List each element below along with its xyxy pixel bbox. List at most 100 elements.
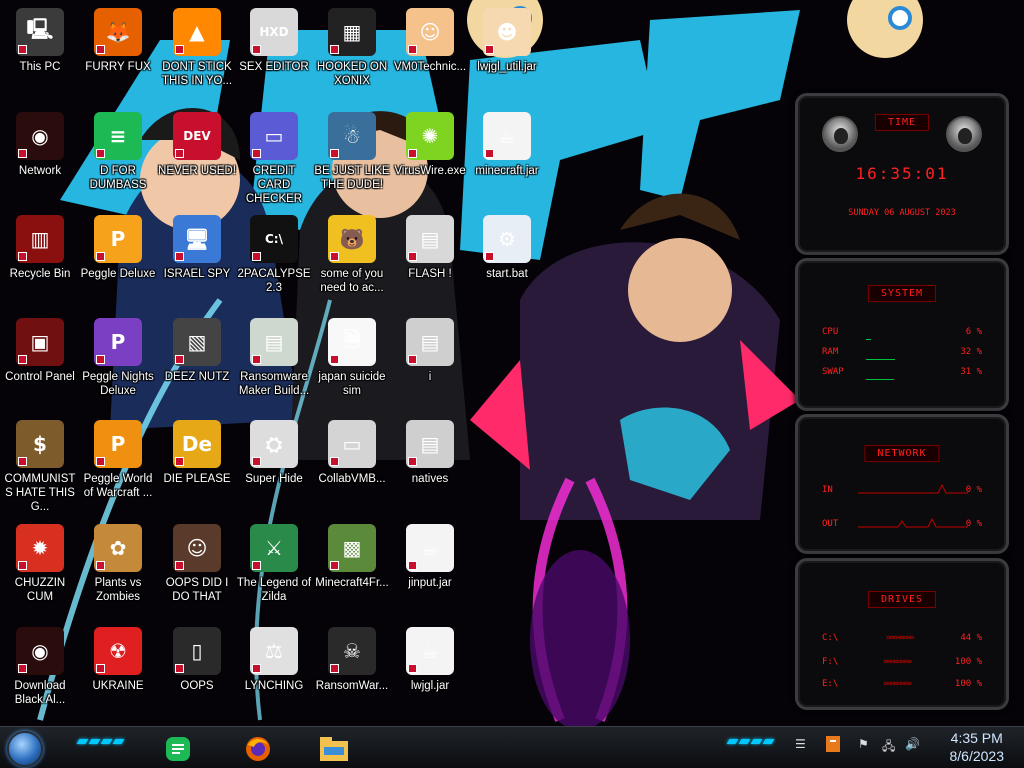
desktop-icon-ransomwar[interactable]: ☠ RansomWar... (312, 627, 392, 693)
network-gadget[interactable]: NETWORK IN 0 % OUT 0 % (795, 414, 1009, 554)
network-out-value: 0 % (965, 519, 982, 529)
network-status-icon[interactable]: 🖧 (882, 737, 895, 758)
desktop-icon-deez-nutz[interactable]: ▧ DEEZ NUTZ (157, 318, 237, 384)
desktop-icon-lwjgl-util[interactable]: ☻ lwjgl_util.jar (467, 8, 547, 74)
desktop-icon-die-please[interactable]: De DIE PLEASE (157, 420, 237, 486)
super-hide-glyph: ⛭ (266, 432, 282, 456)
oops-glyph: ▯ (191, 639, 203, 663)
desktop-icon-jinput-jar[interactable]: ☕ jinput.jar (390, 524, 470, 590)
desktop-icon-ukraine[interactable]: ☢ UKRAINE (78, 627, 158, 693)
desktop-icon-peggle-nights[interactable]: P Peggle Nights Deluxe (78, 318, 158, 398)
lynching-icon: ⚖ (250, 627, 298, 675)
shortcut-arrow-icon (252, 664, 261, 673)
flag-icon[interactable]: ⚑ (858, 737, 869, 751)
be-just-like-glyph: ☃ (343, 124, 361, 148)
shortcut-arrow-icon (330, 561, 339, 570)
desktop-icon-communists[interactable]: $ COMMUNISTS HATE THIS G... (0, 420, 80, 514)
desktop-icon-label: jinput.jar (408, 577, 452, 589)
desktop-icon-2pacalypse[interactable]: C:\ 2PACALYPSE 2.3 (234, 215, 314, 295)
volume-icon[interactable]: 🔊 (905, 737, 920, 751)
desktop-icon-label: 2PACALYPSE 2.3 (237, 268, 311, 294)
taskbar-clock[interactable]: 4:35 PM 8/6/2023 (950, 729, 1005, 765)
desktop-icon-lynching[interactable]: ⚖ LYNCHING (234, 627, 314, 693)
desktop-icon-label: CHUZZIN CUM (14, 577, 66, 603)
japan-suicide-glyph: 🗎 (343, 327, 361, 351)
tray-app-icon[interactable] (825, 735, 841, 756)
desktop-icon-label: HOOKED ON XONIX (316, 61, 388, 87)
desktop-icon-label: start.bat (486, 268, 528, 280)
desktop-icon-vm0technic[interactable]: ☺ VM0Technic... (390, 8, 470, 74)
desktop-icon-sex-editor[interactable]: HXD SEX EDITOR (234, 8, 314, 74)
desktop-icon-natives[interactable]: ▤ natives (390, 420, 470, 486)
taskbar-firefox[interactable] (240, 731, 276, 767)
shortcut-arrow-icon (252, 457, 261, 466)
peggle-world-glyph: P (110, 432, 126, 456)
desktop-icon-viruswire[interactable]: ✺ VirusWire.exe (390, 112, 470, 178)
desktop-icon-peggle-world[interactable]: P Peggle World of Warcraft ... (78, 420, 158, 500)
gadget-date: SUNDAY 06 AUGUST 2023 (848, 208, 956, 218)
desktop-icon-furry-fux[interactable]: 🦊 FURRY FUX (78, 8, 158, 74)
desktop-icon-oops-did-i[interactable]: ☺ OOPS DID I DO THAT (157, 524, 237, 604)
control-panel-icon: ▣ (16, 318, 64, 366)
sex-editor-glyph: HXD (259, 25, 289, 39)
desktop-icon-this-pc[interactable]: 🖳 This PC (0, 8, 80, 74)
drive-value: 44 % (960, 633, 982, 643)
time-gadget[interactable]: TIME 16:35:01 SUNDAY 06 AUGUST 2023 (795, 93, 1009, 255)
desktop-icon-hooked-on-xonix[interactable]: ▦ HOOKED ON XONIX (312, 8, 392, 88)
drives-gadget[interactable]: DRIVES C:\»»»»»»»» 44 % F:\»»»»»»»» 100 % E:… (795, 558, 1009, 710)
desktop-icon-folder-i[interactable]: ▤ i (390, 318, 470, 384)
desktop-icon-some-of-you[interactable]: 🐻 some of you need to ac... (312, 215, 392, 295)
start-button[interactable] (7, 731, 43, 767)
system-gadget[interactable]: SYSTEM CPU 6 % RAM 32 % SWAP 31 % (795, 258, 1009, 411)
recycle-bin-glyph: ▥ (30, 227, 50, 251)
desktop-icon-peggle-deluxe[interactable]: P Peggle Deluxe (78, 215, 158, 281)
shortcut-arrow-icon (408, 561, 417, 570)
desktop-icon-label: Control Panel (5, 371, 75, 383)
desktop-icon-israel-spy[interactable]: 🖥 ISRAEL SPY (157, 215, 237, 281)
shortcut-arrow-icon (96, 149, 105, 158)
chuzzin-cum-icon: ✹ (16, 524, 64, 572)
desktop-icon-legend-of-zilda[interactable]: ⚔ The Legend of Zilda (234, 524, 314, 604)
desktop-icon-label: minecraft.jar (475, 165, 539, 177)
peggle-deluxe-icon: P (94, 215, 142, 263)
desktop-icon-flash[interactable]: ▤ FLASH ! (390, 215, 470, 281)
taskbar-notes-app[interactable] (160, 731, 196, 767)
desktop-icon-start-bat[interactable]: ⚙ start.bat (467, 215, 547, 281)
tray-stripes-icon[interactable]: ☰ (795, 737, 806, 751)
desktop-icon-label: Plants vs Zombies (94, 577, 142, 603)
viruswire-icon: ✺ (406, 112, 454, 160)
shortcut-arrow-icon (485, 149, 494, 158)
desktop-icon-chuzzin-cum[interactable]: ✹ CHUZZIN CUM (0, 524, 80, 604)
desktop-icon-lwjgl-jar[interactable]: ☕ lwjgl.jar (390, 627, 470, 693)
desktop-icon-control-panel[interactable]: ▣ Control Panel (0, 318, 80, 384)
desktop-icon-label: Super Hide (245, 473, 303, 485)
desktop-icon-recycle-bin[interactable]: ▥ Recycle Bin (0, 215, 80, 281)
desktop-icon-dont-stick[interactable]: ▲ DONT STICK THIS IN YO... (157, 8, 237, 88)
desktop-icon-never-used[interactable]: DEV NEVER USED! (157, 112, 237, 178)
desktop-icon-d-for-dumbass[interactable]: ≡ D FOR DUMBASS (78, 112, 158, 192)
ukraine-glyph: ☢ (109, 639, 127, 663)
desktop-icon-label: LYNCHING (244, 680, 304, 692)
desktop-icon-oops[interactable]: ▯ OOPS (157, 627, 237, 693)
desktop-icon-collabvmb[interactable]: ▭ CollabVMB... (312, 420, 392, 486)
shortcut-arrow-icon (408, 149, 417, 158)
desktop-icon-plants-vs-zombies[interactable]: ✿ Plants vs Zombies (78, 524, 158, 604)
taskbar-file-explorer[interactable] (316, 731, 352, 767)
shortcut-arrow-icon (96, 355, 105, 364)
desktop-icon-network[interactable]: ◉ Network (0, 112, 80, 178)
desktop-icon-be-just-like[interactable]: ☃ BE JUST LIKE THE DUDE! (312, 112, 392, 192)
desktop-icon-japan-suicide[interactable]: 🗎 japan suicide sim (312, 318, 392, 398)
desktop-icon-label: OOPS DID I DO THAT (165, 577, 229, 603)
be-just-like-icon: ☃ (328, 112, 376, 160)
this-pc-icon: 🖳 (16, 8, 64, 56)
shortcut-arrow-icon (330, 45, 339, 54)
desktop-icon-minecraft4fr[interactable]: ▩ Minecraft4Fr... (312, 524, 392, 590)
shortcut-arrow-icon (330, 457, 339, 466)
desktop-icon-ransomware-maker[interactable]: ▤ Ransomware Maker Build... (234, 318, 314, 398)
ransomware-maker-glyph: ▤ (264, 330, 284, 354)
desktop-icon-minecraft-jar[interactable]: ☕ minecraft.jar (467, 112, 547, 178)
desktop-icon-super-hide[interactable]: ⛭ Super Hide (234, 420, 314, 486)
desktop-icon-credit-card[interactable]: ▭ CREDIT CARD CHECKER (234, 112, 314, 206)
desktop-icon-download-black[interactable]: ◉ Download Black Al... (0, 627, 80, 707)
system-row-label: CPU (822, 327, 839, 337)
